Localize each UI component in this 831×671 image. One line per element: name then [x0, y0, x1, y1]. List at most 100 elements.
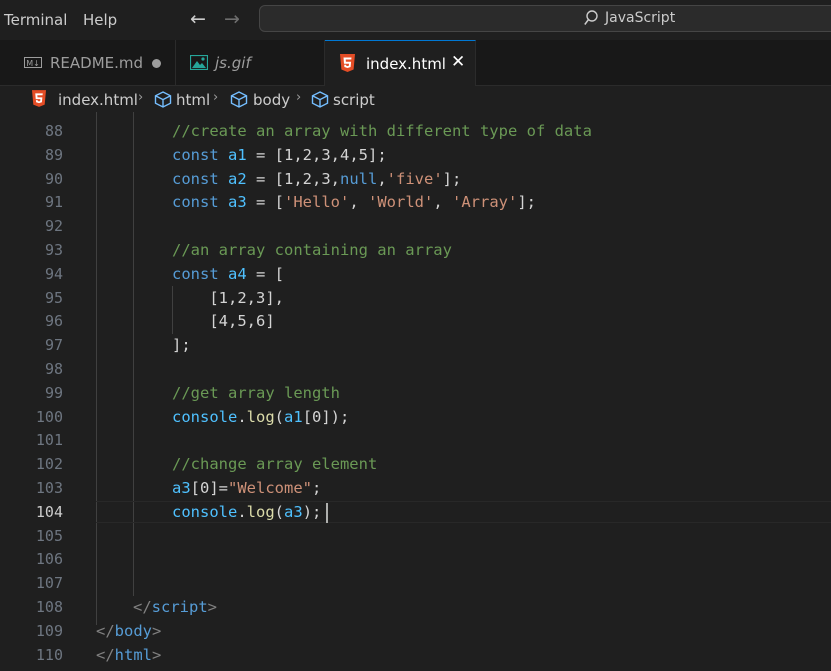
code-line[interactable]: console.log(a1[0]); — [172, 408, 349, 426]
code-token: , — [349, 193, 368, 212]
code-token: ]; — [172, 336, 191, 355]
code-token: //create an array with different type of… — [172, 122, 592, 140]
line-number: 96 — [44, 312, 63, 331]
menu-help[interactable]: Help — [83, 11, 117, 29]
line-number: 108 — [35, 598, 63, 616]
code-token: 'Hello' — [284, 193, 350, 212]
code-token: ); — [302, 502, 322, 521]
code-token: . — [237, 502, 247, 521]
code-line[interactable]: </script> — [133, 598, 217, 616]
code-token: a4 — [228, 264, 247, 283]
line-number: 109 — [35, 621, 63, 640]
code-token: </ — [133, 598, 152, 616]
cube-icon — [154, 91, 172, 108]
breadcrumb: index.html › html › body › script — [0, 86, 831, 112]
code-line[interactable]: const a2 = [1,2,3,null,'five']; — [172, 170, 461, 188]
code-line[interactable]: const a3 = ['Hello', 'World', 'Array']; — [172, 193, 536, 211]
search-text: JavaScript — [605, 10, 676, 26]
forward-arrow-icon[interactable]: → — [224, 8, 240, 30]
code-token: > — [152, 645, 162, 664]
command-center-search[interactable]: JavaScript — [259, 5, 831, 32]
chevron-right-icon: › — [296, 90, 302, 105]
line-number: 88 — [44, 122, 63, 140]
code-token: const — [172, 193, 228, 212]
code-token: ]; — [517, 193, 536, 212]
html5-icon — [32, 90, 46, 107]
unsaved-dot-icon[interactable] — [152, 59, 161, 68]
menu-terminal[interactable]: Terminal — [4, 11, 67, 29]
line-number: 98 — [44, 360, 63, 378]
line-number: 104 — [35, 502, 63, 521]
code-line[interactable]: [4,5,6] — [172, 312, 274, 330]
code-token: 'Array' — [452, 193, 518, 212]
code-line[interactable]: console.log(a3); — [172, 503, 321, 521]
code-line[interactable]: const a1 = [1,2,3,4,5]; — [172, 146, 387, 164]
code-token: const — [172, 264, 228, 283]
code-line[interactable]: //an array containing an array — [172, 241, 452, 259]
code-token: body — [114, 621, 152, 640]
indent-guide — [96, 112, 97, 625]
chevron-right-icon: › — [138, 90, 144, 105]
code-token: </ — [96, 621, 115, 640]
code-token: html — [114, 645, 152, 664]
code-token: </ — [96, 645, 115, 664]
code-line[interactable]: </body> — [96, 622, 161, 640]
tab-readme[interactable]: M↓ README.md — [0, 40, 176, 86]
code-token: [1,2,3], — [172, 288, 284, 307]
image-icon — [190, 55, 208, 70]
code-line[interactable]: [1,2,3], — [172, 289, 284, 307]
search-icon — [584, 10, 598, 25]
code-token: const — [172, 169, 228, 188]
breadcrumb-file[interactable]: index.html — [58, 91, 138, 109]
code-token: . — [237, 407, 247, 426]
code-token: a1 — [228, 145, 247, 164]
tab-js-gif[interactable]: js.gif — [176, 40, 325, 86]
breadcrumb-html[interactable]: html — [176, 91, 210, 109]
code-token: const — [172, 145, 228, 164]
code-editor[interactable]: 88 //create an array with different type … — [0, 112, 831, 671]
code-token: console — [172, 407, 238, 426]
line-number: 89 — [44, 145, 63, 164]
html5-icon — [340, 54, 355, 72]
code-line[interactable]: //create an array with different type of… — [172, 122, 592, 140]
code-token: ; — [312, 479, 322, 497]
text-cursor — [326, 503, 328, 523]
code-token: , — [433, 193, 452, 212]
code-token: = [ — [246, 193, 284, 212]
code-token: [0]= — [190, 479, 228, 497]
code-line[interactable]: ]; — [172, 336, 191, 354]
indent-guide — [133, 112, 134, 596]
code-token: console — [172, 502, 238, 521]
line-number: 105 — [35, 526, 63, 545]
code-token: a1 — [284, 407, 303, 426]
code-line[interactable]: //change array element — [172, 455, 377, 473]
code-line[interactable]: const a4 = [ — [172, 265, 284, 283]
line-number: 94 — [44, 264, 63, 283]
back-arrow-icon[interactable]: ← — [190, 8, 206, 30]
code-token: "Welcome" — [228, 479, 312, 497]
chevron-right-icon: › — [213, 90, 219, 105]
line-number: 110 — [35, 645, 63, 664]
line-number: 107 — [35, 574, 63, 593]
code-line[interactable]: a3[0]="Welcome"; — [172, 479, 321, 497]
tab-index-html[interactable]: index.html ✕ — [325, 40, 476, 86]
tab-label: README.md — [50, 54, 144, 72]
code-line[interactable]: //get array length — [172, 384, 340, 402]
tab-label: index.html — [366, 55, 446, 73]
line-number: 90 — [44, 169, 63, 188]
line-number: 101 — [35, 431, 63, 450]
line-number: 91 — [44, 193, 63, 212]
line-number: 93 — [44, 241, 63, 259]
code-token: log — [246, 407, 275, 426]
code-token: = [1,2,3,4,5]; — [246, 145, 387, 164]
breadcrumb-body[interactable]: body — [253, 91, 290, 109]
close-tab-icon[interactable]: ✕ — [451, 52, 465, 72]
line-number: 103 — [35, 479, 63, 497]
code-token: = [ — [246, 264, 284, 283]
breadcrumb-script[interactable]: script — [333, 91, 375, 109]
code-token: ( — [274, 502, 285, 521]
code-token: a3 — [172, 479, 191, 497]
code-token: a3 — [284, 502, 303, 521]
markdown-icon: M↓ — [24, 57, 42, 68]
code-line[interactable]: </html> — [96, 646, 161, 664]
